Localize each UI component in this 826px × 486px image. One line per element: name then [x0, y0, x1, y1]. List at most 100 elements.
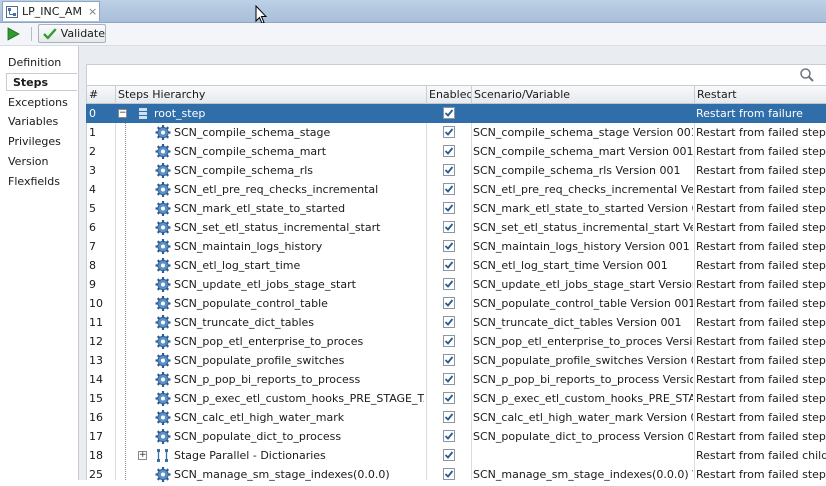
- scenario-variable[interactable]: SCN_populate_control_table Version 001: [473, 294, 693, 313]
- table-row[interactable]: 3 SCN_compile_schema_rls SCN_compile_schem…: [86, 161, 826, 180]
- step-name[interactable]: SCN_etl_pre_req_checks_incremental: [174, 180, 424, 199]
- enabled-checkbox[interactable]: [443, 354, 455, 366]
- search-bar[interactable]: [86, 64, 826, 86]
- scenario-variable[interactable]: SCN_update_etl_jobs_stage_start Version …: [473, 275, 693, 294]
- step-name[interactable]: SCN_populate_dict_to_process: [174, 427, 424, 446]
- restart-type[interactable]: Restart from failure: [696, 104, 826, 123]
- step-name[interactable]: SCN_calc_etl_high_water_mark: [174, 408, 424, 427]
- step-name[interactable]: SCN_populate_profile_switches: [174, 351, 424, 370]
- scenario-variable[interactable]: SCN_compile_schema_rls Version 001: [473, 161, 693, 180]
- search-icon[interactable]: [799, 67, 815, 83]
- scenario-variable[interactable]: SCN_truncate_dict_tables Version 001: [473, 313, 693, 332]
- table-row[interactable]: 11 SCN_truncate_dict_tables SCN_truncate_d…: [86, 313, 826, 332]
- restart-type[interactable]: Restart from failed step: [696, 427, 826, 446]
- table-row[interactable]: 9 SCN_update_etl_jobs_stage_start SCN_upda…: [86, 275, 826, 294]
- restart-type[interactable]: Restart from failed children: [696, 446, 826, 465]
- step-name[interactable]: SCN_compile_schema_rls: [174, 161, 424, 180]
- scenario-variable[interactable]: SCN_manage_sm_stage_indexes(0.0.0) Ve...: [473, 465, 693, 484]
- scenario-variable[interactable]: SCN_calc_etl_high_water_mark Version 001: [473, 408, 693, 427]
- restart-type[interactable]: Restart from failed step: [696, 465, 826, 484]
- validate-button[interactable]: Validate: [38, 24, 106, 43]
- scenario-variable[interactable]: SCN_etl_pre_req_checks_incremental Versi…: [473, 180, 693, 199]
- enabled-checkbox[interactable]: [443, 259, 455, 271]
- restart-type[interactable]: Restart from failed step: [696, 389, 826, 408]
- table-row[interactable]: 0 − root_step Restart from failure: [86, 104, 826, 123]
- step-name[interactable]: Stage Parallel - Dictionaries: [174, 446, 424, 465]
- header-enabled[interactable]: Enabled: [427, 86, 472, 104]
- enabled-checkbox[interactable]: [443, 202, 455, 214]
- restart-type[interactable]: Restart from failed step: [696, 218, 826, 237]
- table-row[interactable]: 7 SCN_maintain_logs_history SCN_maintain_l…: [86, 237, 826, 256]
- enabled-checkbox[interactable]: [443, 164, 455, 176]
- step-name[interactable]: SCN_manage_sm_stage_indexes(0.0.0): [174, 465, 424, 484]
- scenario-variable[interactable]: SCN_pop_etl_enterprise_to_proces Version…: [473, 332, 693, 351]
- restart-type[interactable]: Restart from failed step: [696, 123, 826, 142]
- nav-version[interactable]: Version: [8, 153, 48, 171]
- step-name[interactable]: SCN_p_pop_bi_reports_to_process: [174, 370, 424, 389]
- table-row[interactable]: 13 SCN_populate_profile_switches SCN_popul…: [86, 351, 826, 370]
- restart-type[interactable]: Restart from failed step: [696, 142, 826, 161]
- restart-type[interactable]: Restart from failed step: [696, 351, 826, 370]
- scenario-variable[interactable]: SCN_populate_profile_switches Version 00…: [473, 351, 693, 370]
- restart-type[interactable]: Restart from failed step: [696, 199, 826, 218]
- enabled-checkbox[interactable]: [443, 240, 455, 252]
- table-row[interactable]: 25 SCN_manage_sm_stage_indexes(0.0.0) SCN_…: [86, 465, 826, 484]
- enabled-checkbox[interactable]: [443, 430, 455, 442]
- scenario-variable[interactable]: SCN_p_pop_bi_reports_to_process Version.…: [473, 370, 693, 389]
- table-row[interactable]: 10 SCN_populate_control_table SCN_populate…: [86, 294, 826, 313]
- step-name[interactable]: SCN_compile_schema_mart: [174, 142, 424, 161]
- table-row[interactable]: 5 SCN_mark_etl_state_to_started SCN_mark_e…: [86, 199, 826, 218]
- step-name[interactable]: SCN_set_etl_status_incremental_start: [174, 218, 424, 237]
- enabled-checkbox[interactable]: [443, 107, 455, 119]
- scenario-variable[interactable]: SCN_p_exec_etl_custom_hooks_PRE_STA...: [473, 389, 693, 408]
- restart-type[interactable]: Restart from failed step: [696, 237, 826, 256]
- nav-variables[interactable]: Variables: [8, 113, 58, 131]
- step-name[interactable]: SCN_maintain_logs_history: [174, 237, 424, 256]
- enabled-checkbox[interactable]: [443, 449, 455, 461]
- scenario-variable[interactable]: SCN_populate_dict_to_process Version 001: [473, 427, 693, 446]
- nav-steps[interactable]: Steps: [6, 73, 77, 91]
- nav-exceptions[interactable]: Exceptions: [8, 94, 68, 112]
- nav-privileges[interactable]: Privileges: [8, 133, 61, 151]
- scenario-variable[interactable]: SCN_maintain_logs_history Version 001: [473, 237, 693, 256]
- table-row[interactable]: 12 SCN_pop_etl_enterprise_to_proces SCN_po…: [86, 332, 826, 351]
- scenario-variable[interactable]: SCN_compile_schema_stage Version 001: [473, 123, 693, 142]
- scenario-variable[interactable]: [473, 104, 693, 123]
- table-row[interactable]: 8 SCN_etl_log_start_time SCN_etl_log_start…: [86, 256, 826, 275]
- header-scenario-variable[interactable]: Scenario/Variable: [472, 86, 695, 104]
- restart-type[interactable]: Restart from failed step: [696, 370, 826, 389]
- restart-type[interactable]: Restart from failed step: [696, 332, 826, 351]
- scenario-variable[interactable]: [473, 446, 693, 465]
- enabled-checkbox[interactable]: [443, 316, 455, 328]
- restart-type[interactable]: Restart from failed step: [696, 256, 826, 275]
- step-name[interactable]: SCN_truncate_dict_tables: [174, 313, 424, 332]
- collapse-toggle-icon[interactable]: −: [118, 109, 127, 118]
- table-row[interactable]: 1 SCN_compile_schema_stage SCN_compile_sch…: [86, 123, 826, 142]
- scenario-variable[interactable]: SCN_compile_schema_mart Version 001: [473, 142, 693, 161]
- nav-flexfields[interactable]: Flexfields: [8, 173, 60, 191]
- enabled-checkbox[interactable]: [443, 335, 455, 347]
- enabled-checkbox[interactable]: [443, 183, 455, 195]
- enabled-checkbox[interactable]: [443, 468, 455, 480]
- restart-type[interactable]: Restart from failed step: [696, 294, 826, 313]
- scenario-variable[interactable]: SCN_etl_log_start_time Version 001: [473, 256, 693, 275]
- run-icon[interactable]: [6, 27, 20, 41]
- restart-type[interactable]: Restart from failed step: [696, 161, 826, 180]
- expand-toggle-icon[interactable]: +: [138, 451, 147, 460]
- document-tab[interactable]: LP_INC_AM ×: [2, 1, 100, 21]
- enabled-checkbox[interactable]: [443, 278, 455, 290]
- step-name[interactable]: SCN_update_etl_jobs_stage_start: [174, 275, 424, 294]
- enabled-checkbox[interactable]: [443, 221, 455, 233]
- step-name[interactable]: SCN_mark_etl_state_to_started: [174, 199, 424, 218]
- table-row[interactable]: 6 SCN_set_etl_status_incremental_start SCN…: [86, 218, 826, 237]
- step-name[interactable]: SCN_etl_log_start_time: [174, 256, 424, 275]
- restart-type[interactable]: Restart from failed step: [696, 180, 826, 199]
- scenario-variable[interactable]: SCN_mark_etl_state_to_started Version 00…: [473, 199, 693, 218]
- step-name[interactable]: SCN_compile_schema_stage: [174, 123, 424, 142]
- enabled-checkbox[interactable]: [443, 373, 455, 385]
- enabled-checkbox[interactable]: [443, 297, 455, 309]
- header-steps-hierarchy[interactable]: Steps Hierarchy: [116, 86, 427, 104]
- header-number[interactable]: #: [87, 86, 116, 104]
- table-row[interactable]: 4 SCN_etl_pre_req_checks_incremental SCN_e…: [86, 180, 826, 199]
- table-row[interactable]: 16 SCN_calc_etl_high_water_mark SCN_calc_e…: [86, 408, 826, 427]
